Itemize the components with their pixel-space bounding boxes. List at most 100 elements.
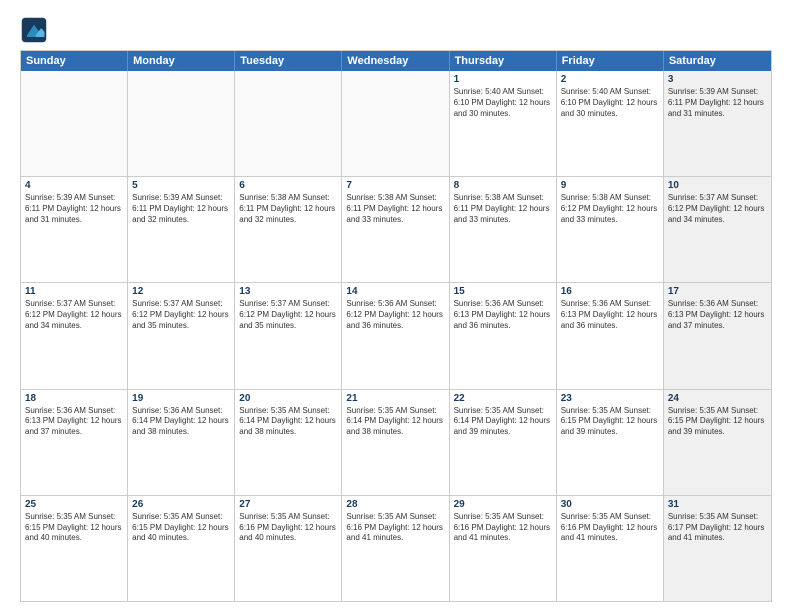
day-info: Sunrise: 5:35 AM Sunset: 6:15 PM Dayligh… (561, 406, 659, 438)
day-header: Saturday (664, 51, 771, 71)
weeks: 1 Sunrise: 5:40 AM Sunset: 6:10 PM Daylig… (21, 71, 771, 601)
day-info: Sunrise: 5:35 AM Sunset: 6:15 PM Dayligh… (132, 512, 230, 544)
day-info: Sunrise: 5:38 AM Sunset: 6:12 PM Dayligh… (561, 193, 659, 225)
day-cell: 20 Sunrise: 5:35 AM Sunset: 6:14 PM Dayli… (235, 390, 342, 495)
day-number: 19 (132, 393, 230, 404)
day-number: 31 (668, 499, 767, 510)
day-cell (128, 71, 235, 176)
day-info: Sunrise: 5:36 AM Sunset: 6:13 PM Dayligh… (25, 406, 123, 438)
day-number: 23 (561, 393, 659, 404)
day-info: Sunrise: 5:35 AM Sunset: 6:14 PM Dayligh… (239, 406, 337, 438)
day-cell (235, 71, 342, 176)
day-info: Sunrise: 5:35 AM Sunset: 6:16 PM Dayligh… (346, 512, 444, 544)
day-info: Sunrise: 5:36 AM Sunset: 6:13 PM Dayligh… (668, 299, 767, 331)
day-info: Sunrise: 5:35 AM Sunset: 6:17 PM Dayligh… (668, 512, 767, 544)
day-info: Sunrise: 5:38 AM Sunset: 6:11 PM Dayligh… (454, 193, 552, 225)
day-info: Sunrise: 5:35 AM Sunset: 6:15 PM Dayligh… (25, 512, 123, 544)
week-row: 1 Sunrise: 5:40 AM Sunset: 6:10 PM Daylig… (21, 71, 771, 176)
day-header: Friday (557, 51, 664, 71)
logo (20, 16, 52, 44)
day-header: Wednesday (342, 51, 449, 71)
day-cell: 29 Sunrise: 5:35 AM Sunset: 6:16 PM Dayli… (450, 496, 557, 601)
day-cell: 15 Sunrise: 5:36 AM Sunset: 6:13 PM Dayli… (450, 283, 557, 388)
header (20, 16, 772, 44)
day-cell: 24Sunrise: 5:35 AM Sunset: 6:15 PM Dayli… (664, 390, 771, 495)
day-number: 4 (25, 180, 123, 191)
day-info: Sunrise: 5:39 AM Sunset: 6:11 PM Dayligh… (132, 193, 230, 225)
day-cell: 1 Sunrise: 5:40 AM Sunset: 6:10 PM Daylig… (450, 71, 557, 176)
day-info: Sunrise: 5:37 AM Sunset: 6:12 PM Dayligh… (239, 299, 337, 331)
day-cell: 22Sunrise: 5:35 AM Sunset: 6:14 PM Dayli… (450, 390, 557, 495)
day-number: 27 (239, 499, 337, 510)
day-number: 8 (454, 180, 552, 191)
day-cell: 25 Sunrise: 5:35 AM Sunset: 6:15 PM Dayli… (21, 496, 128, 601)
day-number: 11 (25, 286, 123, 297)
day-number: 28 (346, 499, 444, 510)
day-number: 21 (346, 393, 444, 404)
day-cell: 10 Sunrise: 5:37 AM Sunset: 6:12 PM Dayli… (664, 177, 771, 282)
day-cell: 16 Sunrise: 5:36 AM Sunset: 6:13 PM Dayli… (557, 283, 664, 388)
day-cell: 31 Sunrise: 5:35 AM Sunset: 6:17 PM Dayli… (664, 496, 771, 601)
day-number: 20 (239, 393, 337, 404)
day-number: 2 (561, 74, 659, 85)
day-cell: 28 Sunrise: 5:35 AM Sunset: 6:16 PM Dayli… (342, 496, 449, 601)
day-info: Sunrise: 5:38 AM Sunset: 6:11 PM Dayligh… (239, 193, 337, 225)
day-info: Sunrise: 5:35 AM Sunset: 6:16 PM Dayligh… (454, 512, 552, 544)
day-number: 24 (668, 393, 767, 404)
day-number: 12 (132, 286, 230, 297)
day-info: Sunrise: 5:37 AM Sunset: 6:12 PM Dayligh… (25, 299, 123, 331)
day-number: 5 (132, 180, 230, 191)
day-cell: 4 Sunrise: 5:39 AM Sunset: 6:11 PM Daylig… (21, 177, 128, 282)
day-number: 9 (561, 180, 659, 191)
day-cell: 7 Sunrise: 5:38 AM Sunset: 6:11 PM Daylig… (342, 177, 449, 282)
day-info: Sunrise: 5:39 AM Sunset: 6:11 PM Dayligh… (25, 193, 123, 225)
day-cell: 19 Sunrise: 5:36 AM Sunset: 6:14 PM Dayli… (128, 390, 235, 495)
day-number: 7 (346, 180, 444, 191)
day-info: Sunrise: 5:36 AM Sunset: 6:13 PM Dayligh… (454, 299, 552, 331)
day-info: Sunrise: 5:40 AM Sunset: 6:10 PM Dayligh… (454, 87, 552, 119)
week-row: 25 Sunrise: 5:35 AM Sunset: 6:15 PM Dayli… (21, 495, 771, 601)
day-number: 17 (668, 286, 767, 297)
day-info: Sunrise: 5:37 AM Sunset: 6:12 PM Dayligh… (132, 299, 230, 331)
calendar: SundayMondayTuesdayWednesdayThursdayFrid… (20, 50, 772, 602)
day-header: Sunday (21, 51, 128, 71)
day-number: 26 (132, 499, 230, 510)
day-info: Sunrise: 5:35 AM Sunset: 6:16 PM Dayligh… (239, 512, 337, 544)
day-cell: 18 Sunrise: 5:36 AM Sunset: 6:13 PM Dayli… (21, 390, 128, 495)
day-cell: 9 Sunrise: 5:38 AM Sunset: 6:12 PM Daylig… (557, 177, 664, 282)
day-cell: 11 Sunrise: 5:37 AM Sunset: 6:12 PM Dayli… (21, 283, 128, 388)
day-info: Sunrise: 5:38 AM Sunset: 6:11 PM Dayligh… (346, 193, 444, 225)
day-cell: 26 Sunrise: 5:35 AM Sunset: 6:15 PM Dayli… (128, 496, 235, 601)
day-info: Sunrise: 5:40 AM Sunset: 6:10 PM Dayligh… (561, 87, 659, 119)
day-info: Sunrise: 5:36 AM Sunset: 6:13 PM Dayligh… (561, 299, 659, 331)
day-cell: 3Sunrise: 5:39 AM Sunset: 6:11 PM Daylig… (664, 71, 771, 176)
page: SundayMondayTuesdayWednesdayThursdayFrid… (0, 0, 792, 612)
week-row: 4 Sunrise: 5:39 AM Sunset: 6:11 PM Daylig… (21, 176, 771, 282)
day-cell: 5 Sunrise: 5:39 AM Sunset: 6:11 PM Daylig… (128, 177, 235, 282)
week-row: 18 Sunrise: 5:36 AM Sunset: 6:13 PM Dayli… (21, 389, 771, 495)
day-info: Sunrise: 5:39 AM Sunset: 6:11 PM Dayligh… (668, 87, 767, 119)
day-number: 29 (454, 499, 552, 510)
day-number: 14 (346, 286, 444, 297)
day-info: Sunrise: 5:37 AM Sunset: 6:12 PM Dayligh… (668, 193, 767, 225)
day-cell: 2 Sunrise: 5:40 AM Sunset: 6:10 PM Daylig… (557, 71, 664, 176)
day-number: 15 (454, 286, 552, 297)
day-cell: 13Sunrise: 5:37 AM Sunset: 6:12 PM Dayli… (235, 283, 342, 388)
day-header: Monday (128, 51, 235, 71)
day-cell: 14 Sunrise: 5:36 AM Sunset: 6:12 PM Dayli… (342, 283, 449, 388)
week-row: 11 Sunrise: 5:37 AM Sunset: 6:12 PM Dayli… (21, 282, 771, 388)
day-number: 25 (25, 499, 123, 510)
logo-icon (20, 16, 48, 44)
day-info: Sunrise: 5:36 AM Sunset: 6:12 PM Dayligh… (346, 299, 444, 331)
day-info: Sunrise: 5:36 AM Sunset: 6:14 PM Dayligh… (132, 406, 230, 438)
day-number: 1 (454, 74, 552, 85)
day-cell: 6Sunrise: 5:38 AM Sunset: 6:11 PM Daylig… (235, 177, 342, 282)
day-header: Thursday (450, 51, 557, 71)
day-headers: SundayMondayTuesdayWednesdayThursdayFrid… (21, 51, 771, 71)
day-cell: 27 Sunrise: 5:35 AM Sunset: 6:16 PM Dayli… (235, 496, 342, 601)
day-number: 16 (561, 286, 659, 297)
day-number: 10 (668, 180, 767, 191)
day-number: 18 (25, 393, 123, 404)
day-cell: 21Sunrise: 5:35 AM Sunset: 6:14 PM Dayli… (342, 390, 449, 495)
day-info: Sunrise: 5:35 AM Sunset: 6:14 PM Dayligh… (454, 406, 552, 438)
